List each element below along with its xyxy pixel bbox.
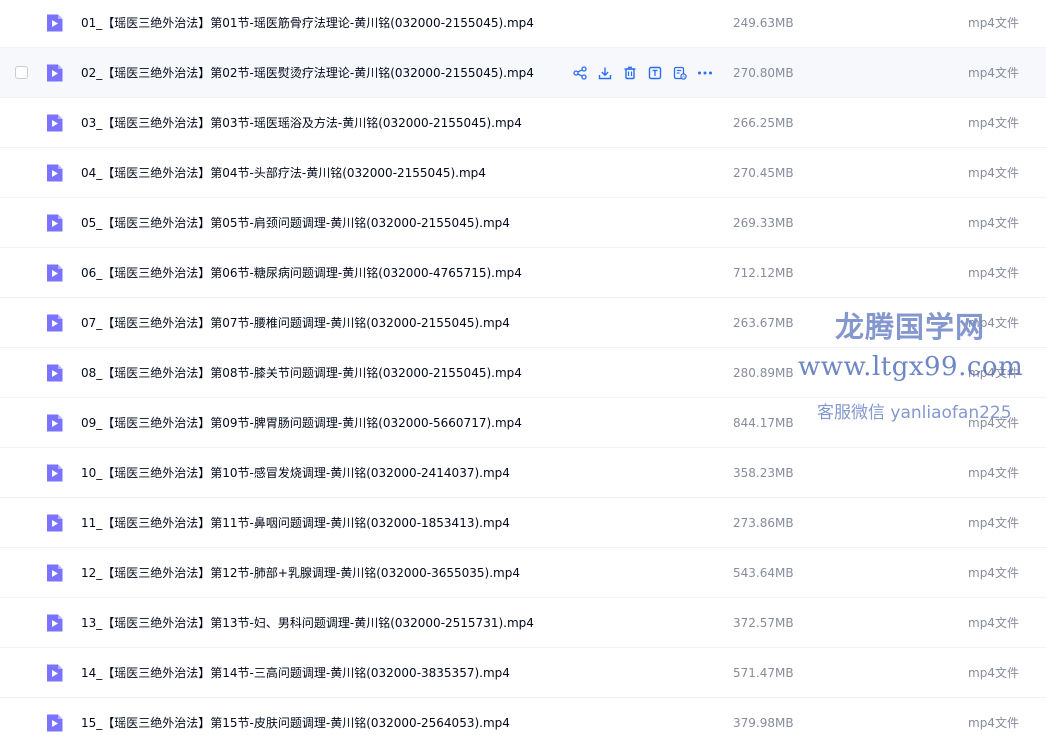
file-size: 270.80MB <box>733 65 794 80</box>
file-type: mp4文件 <box>968 666 1019 680</box>
file-row[interactable]: 07_【瑶医三绝外治法】第07节-腰椎问题调理-黄川铭(032000-21550… <box>0 298 1046 348</box>
file-name[interactable]: 10_【瑶医三绝外治法】第10节-感冒发烧调理-黄川铭(032000-24140… <box>81 464 510 481</box>
file-size: 844.17MB <box>733 415 794 430</box>
download-icon[interactable] <box>597 65 613 81</box>
file-row[interactable]: 13_【瑶医三绝外治法】第13节-妇、男科问题调理-黄川铭(032000-251… <box>0 598 1046 648</box>
file-type: mp4文件 <box>968 266 1019 280</box>
video-file-icon[interactable] <box>45 513 64 533</box>
delete-icon[interactable] <box>622 65 638 81</box>
file-type: mp4文件 <box>968 116 1019 130</box>
file-type: mp4文件 <box>968 616 1019 630</box>
file-type: mp4文件 <box>968 466 1019 480</box>
video-file-icon[interactable] <box>45 163 64 183</box>
file-name[interactable]: 06_【瑶医三绝外治法】第06节-糖尿病问题调理-黄川铭(032000-4765… <box>81 264 522 281</box>
file-list: 01_【瑶医三绝外治法】第01节-瑶医筋骨疗法理论-黄川铭(032000-215… <box>0 0 1046 735</box>
file-name[interactable]: 14_【瑶医三绝外治法】第14节-三高问题调理-黄川铭(032000-38353… <box>81 664 510 681</box>
file-size: 543.64MB <box>733 565 794 580</box>
video-file-icon[interactable] <box>45 213 64 233</box>
file-size: 273.86MB <box>733 515 794 530</box>
video-file-icon[interactable] <box>45 263 64 283</box>
file-row[interactable]: 10_【瑶医三绝外治法】第10节-感冒发烧调理-黄川铭(032000-24140… <box>0 448 1046 498</box>
file-type: mp4文件 <box>968 66 1019 80</box>
video-file-icon[interactable] <box>45 413 64 433</box>
video-file-icon[interactable] <box>45 363 64 383</box>
file-name[interactable]: 03_【瑶医三绝外治法】第03节-瑶医瑶浴及方法-黄川铭(032000-2155… <box>81 114 522 131</box>
file-type: mp4文件 <box>968 566 1019 580</box>
file-name[interactable]: 07_【瑶医三绝外治法】第07节-腰椎问题调理-黄川铭(032000-21550… <box>81 314 510 331</box>
share-icon[interactable] <box>572 65 588 81</box>
file-type: mp4文件 <box>968 416 1019 430</box>
file-row[interactable]: 01_【瑶医三绝外治法】第01节-瑶医筋骨疗法理论-黄川铭(032000-215… <box>0 0 1046 48</box>
file-row[interactable]: 02_【瑶医三绝外治法】第02节-瑶医熨烫疗法理论-黄川铭(032000-215… <box>0 48 1046 98</box>
file-type: mp4文件 <box>968 366 1019 380</box>
ai-assistant-icon[interactable]: A <box>672 65 688 81</box>
file-name[interactable]: 13_【瑶医三绝外治法】第13节-妇、男科问题调理-黄川铭(032000-251… <box>81 614 534 631</box>
file-size: 270.45MB <box>733 165 794 180</box>
file-name[interactable]: 01_【瑶医三绝外治法】第01节-瑶医筋骨疗法理论-黄川铭(032000-215… <box>81 14 534 31</box>
file-row[interactable]: 08_【瑶医三绝外治法】第08节-膝关节问题调理-黄川铭(032000-2155… <box>0 348 1046 398</box>
file-row[interactable]: 11_【瑶医三绝外治法】第11节-鼻咽问题调理-黄川铭(032000-18534… <box>0 498 1046 548</box>
video-file-icon[interactable] <box>45 713 64 733</box>
row-actions: A <box>572 65 713 81</box>
file-size: 269.33MB <box>733 215 794 230</box>
file-row[interactable]: 14_【瑶医三绝外治法】第14节-三高问题调理-黄川铭(032000-38353… <box>0 648 1046 698</box>
video-file-icon[interactable] <box>45 463 64 483</box>
file-size: 280.89MB <box>733 365 794 380</box>
file-size: 249.63MB <box>733 15 794 30</box>
file-type: mp4文件 <box>968 166 1019 180</box>
file-name[interactable]: 08_【瑶医三绝外治法】第08节-膝关节问题调理-黄川铭(032000-2155… <box>81 364 522 381</box>
video-file-icon[interactable] <box>45 63 64 83</box>
file-row[interactable]: 03_【瑶医三绝外治法】第03节-瑶医瑶浴及方法-黄川铭(032000-2155… <box>0 98 1046 148</box>
video-file-icon[interactable] <box>45 563 64 583</box>
file-name[interactable]: 09_【瑶医三绝外治法】第09节-脾胃肠问题调理-黄川铭(032000-5660… <box>81 414 522 431</box>
video-file-icon[interactable] <box>45 13 64 33</box>
file-name[interactable]: 04_【瑶医三绝外治法】第04节-头部疗法-黄川铭(032000-2155045… <box>81 164 486 181</box>
file-row[interactable]: 12_【瑶医三绝外治法】第12节-肺部+乳腺调理-黄川铭(032000-3655… <box>0 548 1046 598</box>
file-name[interactable]: 05_【瑶医三绝外治法】第05节-肩颈问题调理-黄川铭(032000-21550… <box>81 214 510 231</box>
file-row[interactable]: 09_【瑶医三绝外治法】第09节-脾胃肠问题调理-黄川铭(032000-5660… <box>0 398 1046 448</box>
file-name[interactable]: 02_【瑶医三绝外治法】第02节-瑶医熨烫疗法理论-黄川铭(032000-215… <box>81 64 534 81</box>
video-file-icon[interactable] <box>45 113 64 133</box>
extract-text-icon[interactable] <box>647 65 663 81</box>
svg-text:A: A <box>682 74 685 79</box>
file-type: mp4文件 <box>968 716 1019 730</box>
video-file-icon[interactable] <box>45 663 64 683</box>
file-type: mp4文件 <box>968 16 1019 30</box>
file-row[interactable]: 05_【瑶医三绝外治法】第05节-肩颈问题调理-黄川铭(032000-21550… <box>0 198 1046 248</box>
file-size: 712.12MB <box>733 265 794 280</box>
file-size: 379.98MB <box>733 715 794 730</box>
file-row[interactable]: 15_【瑶医三绝外治法】第15节-皮肤问题调理-黄川铭(032000-25640… <box>0 698 1046 735</box>
file-size: 372.57MB <box>733 615 794 630</box>
video-file-icon[interactable] <box>45 613 64 633</box>
row-checkbox[interactable] <box>15 66 28 79</box>
more-icon[interactable] <box>697 65 713 81</box>
file-name[interactable]: 12_【瑶医三绝外治法】第12节-肺部+乳腺调理-黄川铭(032000-3655… <box>81 564 520 581</box>
file-type: mp4文件 <box>968 516 1019 530</box>
file-row[interactable]: 04_【瑶医三绝外治法】第04节-头部疗法-黄川铭(032000-2155045… <box>0 148 1046 198</box>
file-size: 263.67MB <box>733 315 794 330</box>
file-size: 266.25MB <box>733 115 794 130</box>
file-size: 571.47MB <box>733 665 794 680</box>
file-size: 358.23MB <box>733 465 794 480</box>
file-name[interactable]: 15_【瑶医三绝外治法】第15节-皮肤问题调理-黄川铭(032000-25640… <box>81 714 510 731</box>
file-row[interactable]: 06_【瑶医三绝外治法】第06节-糖尿病问题调理-黄川铭(032000-4765… <box>0 248 1046 298</box>
file-type: mp4文件 <box>968 316 1019 330</box>
file-name[interactable]: 11_【瑶医三绝外治法】第11节-鼻咽问题调理-黄川铭(032000-18534… <box>81 514 510 531</box>
file-type: mp4文件 <box>968 216 1019 230</box>
video-file-icon[interactable] <box>45 313 64 333</box>
